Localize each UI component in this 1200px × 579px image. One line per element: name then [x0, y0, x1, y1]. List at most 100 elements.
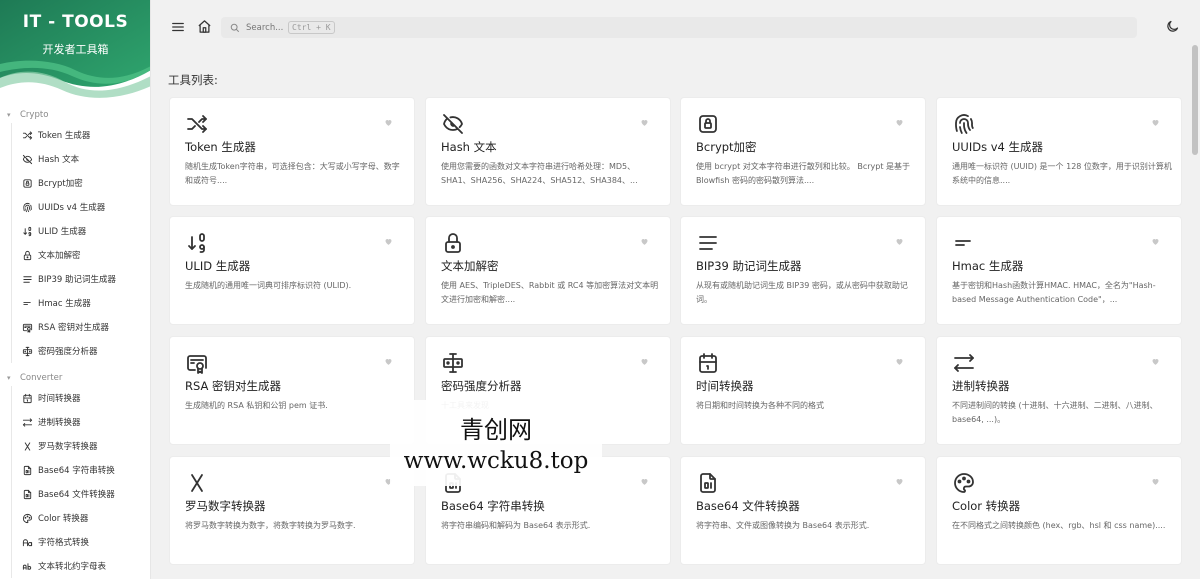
sidebar-item[interactable]: 罗马数字转换器 [0, 434, 150, 458]
sidebar-item-label: 字符格式转换 [38, 538, 90, 548]
home-icon[interactable] [197, 19, 212, 34]
sidebar-item[interactable]: 进制转换器 [0, 410, 150, 434]
sidebar-item[interactable]: Hash 文本 [0, 147, 150, 171]
nav-group-converter[interactable]: ▾ Converter [0, 369, 150, 386]
short-text-icon [952, 231, 976, 255]
sidebar-item-label: Color 转换器 [38, 514, 89, 524]
sidebar-item[interactable]: ULID 生成器 [0, 219, 150, 243]
favorite-heart-icon[interactable] [895, 237, 904, 246]
sidebar-item-label: BIP39 助记词生成器 [38, 275, 116, 285]
sidebar-item[interactable]: Base64 文件转换器 [0, 482, 150, 506]
arrows-left-right-icon [952, 351, 976, 375]
tool-card-description: 生成随机的 RSA 私钥和公钥 pem 证书. [185, 401, 328, 410]
tool-card[interactable]: ULID 生成器 生成随机的通用唯一词典可排序标识符 (ULID). [169, 216, 415, 325]
search-icon [230, 23, 240, 32]
sidebar-item[interactable]: 文本转北约字母表 [0, 554, 150, 578]
sidebar-item[interactable]: Hmac 生成器 [0, 291, 150, 315]
tool-card-title: Base64 文件转换器 [696, 499, 800, 513]
favorite-heart-icon[interactable] [640, 357, 649, 366]
alphabet-icon [22, 561, 38, 572]
sidebar-item-label: Bcrypt加密 [38, 179, 83, 189]
sidebar-item[interactable]: 时间转换器 [0, 386, 150, 410]
favorite-heart-icon[interactable] [1151, 477, 1160, 486]
page-scrollbar-thumb[interactable] [1192, 45, 1198, 155]
nav-group-label: Converter [20, 372, 63, 383]
favorite-heart-icon[interactable] [640, 477, 649, 486]
favorite-heart-icon[interactable] [1151, 237, 1160, 246]
favorite-heart-icon[interactable] [1151, 118, 1160, 127]
sidebar-item[interactable]: 文本加解密 [0, 243, 150, 267]
tool-card[interactable]: 罗马数字转换器 将罗马数字转换为数字，将数字转换为罗马数字. [169, 456, 415, 565]
nav-group-crypto[interactable]: ▾ Crypto [0, 106, 150, 123]
certificate-icon [185, 351, 209, 375]
tool-card-description: 将日期和时间转换为各种不同的格式 [696, 401, 824, 410]
sidebar-item[interactable]: Bcrypt加密 [0, 171, 150, 195]
favorite-heart-icon[interactable] [384, 118, 393, 127]
file-digit-icon [22, 489, 38, 500]
tool-card-description: 使用 bcrypt 对文本字符串进行散列和比较。 Bcrypt 是基于 Blow… [696, 162, 911, 185]
sidebar-item-label: Base64 字符串转换 [38, 466, 115, 476]
favorite-heart-icon[interactable] [384, 237, 393, 246]
align-justified-icon [22, 274, 38, 285]
tool-card[interactable]: Bcrypt加密 使用 bcrypt 对文本字符串进行散列和比较。 Bcrypt … [680, 97, 926, 206]
tool-card-title: Color 转换器 [952, 499, 1021, 513]
letter-x-icon [22, 441, 38, 452]
sidebar-item-label: 进制转换器 [38, 418, 81, 428]
tool-card-title: 罗马数字转换器 [185, 499, 266, 513]
sidebar-item[interactable]: BIP39 助记词生成器 [0, 267, 150, 291]
dark-mode-toggle-icon[interactable] [1165, 19, 1180, 34]
sidebar-item[interactable]: Color 转换器 [0, 506, 150, 530]
brand-header[interactable]: IT - TOOLS 开发者工具箱 [0, 0, 150, 100]
favorite-heart-icon[interactable] [895, 118, 904, 127]
sidebar-item[interactable]: Token 生成器 [0, 123, 150, 147]
file-digit-icon [22, 465, 38, 476]
favorite-heart-icon[interactable] [640, 118, 649, 127]
password-icon [441, 351, 465, 375]
sidebar-item[interactable]: 密码强度分析器 [0, 339, 150, 363]
search-shortcut-hint: Ctrl + K [288, 21, 335, 34]
lock-square-icon [696, 112, 720, 136]
favorite-heart-icon[interactable] [895, 357, 904, 366]
sidebar-item[interactable]: RSA 密钥对生成器 [0, 315, 150, 339]
password-icon [22, 346, 38, 357]
sidebar-item-label: ULID 生成器 [38, 227, 87, 237]
file-digit-icon [696, 471, 720, 495]
tool-card[interactable]: BIP39 助记词生成器 从现有或随机助记词生成 BIP39 密码，或从密码中获取… [680, 216, 926, 325]
favorite-heart-icon[interactable] [1151, 357, 1160, 366]
fingerprint-icon [952, 112, 976, 136]
tool-card[interactable]: Hash 文本 使用您需要的函数对文本字符串进行哈希处理：MD5、SHA1、SHA… [425, 97, 671, 206]
tool-card[interactable]: Hmac 生成器 基于密钥和Hash函数计算HMAC. HMAC，全名为"Hash… [936, 216, 1182, 325]
tool-card-description: 将字符串编码和解码为 Base64 表示形式. [441, 521, 591, 530]
search-input[interactable] [246, 22, 288, 33]
tool-card[interactable]: Base64 文件转换器 将字符串、文件或图像转换为 Base64 表示形式. [680, 456, 926, 565]
sidebar-item[interactable]: UUIDs v4 生成器 [0, 195, 150, 219]
sidebar-item[interactable]: Base64 字符串转换 [0, 458, 150, 482]
brand-title: IT - TOOLS [22, 12, 129, 32]
favorite-heart-icon[interactable] [384, 357, 393, 366]
sidebar-item-label: Base64 文件转换器 [38, 490, 115, 500]
brand-subtitle: 开发者工具箱 [42, 43, 109, 56]
tool-card-title: Base64 字符串转换 [441, 499, 545, 513]
shuffle-icon [22, 130, 38, 141]
tool-card[interactable]: UUIDs v4 生成器 通用唯一标识符 (UUID) 是一个 128 位数字，用… [936, 97, 1182, 206]
tool-card-title: UUIDs v4 生成器 [952, 140, 1044, 154]
menu-icon[interactable] [171, 20, 185, 34]
sidebar-item-label: 文本加解密 [38, 251, 81, 261]
tool-card[interactable]: RSA 密钥对生成器 生成随机的 RSA 私钥和公钥 pem 证书. [169, 336, 415, 445]
tool-card-title: Hash 文本 [441, 140, 497, 154]
sidebar-item-label: Token 生成器 [38, 131, 91, 141]
sidebar-item[interactable]: 字符格式转换 [0, 530, 150, 554]
tool-card-description: 生成随机的通用唯一词典可排序标识符 (ULID). [185, 281, 352, 290]
tool-card[interactable]: 文本加解密 使用 AES、TripleDES、Rabbit 或 RC4 等加密算法… [425, 216, 671, 325]
watermark-overlay: 青创网 www.wcku8.top [390, 400, 602, 486]
calendar-icon [696, 351, 720, 375]
tool-card[interactable]: 进制转换器 不同进制间的转换 (十进制、十六进制、二进制、八进制、base64, … [936, 336, 1182, 445]
tool-card[interactable]: 时间转换器 将日期和时间转换为各种不同的格式 [680, 336, 926, 445]
sidebar-item-label: UUIDs v4 生成器 [38, 203, 106, 213]
favorite-heart-icon[interactable] [895, 477, 904, 486]
search-bar[interactable]: Ctrl + K [221, 17, 1137, 38]
tool-card[interactable]: Token 生成器 随机生成Token字符串，可选择包含：大写或小写字母、数字和或… [169, 97, 415, 206]
tool-card[interactable]: Color 转换器 在不同格式之间转换颜色 (hex、rgb、hsl 和 css … [936, 456, 1182, 565]
nav-group-label: Crypto [20, 109, 49, 120]
favorite-heart-icon[interactable] [640, 237, 649, 246]
